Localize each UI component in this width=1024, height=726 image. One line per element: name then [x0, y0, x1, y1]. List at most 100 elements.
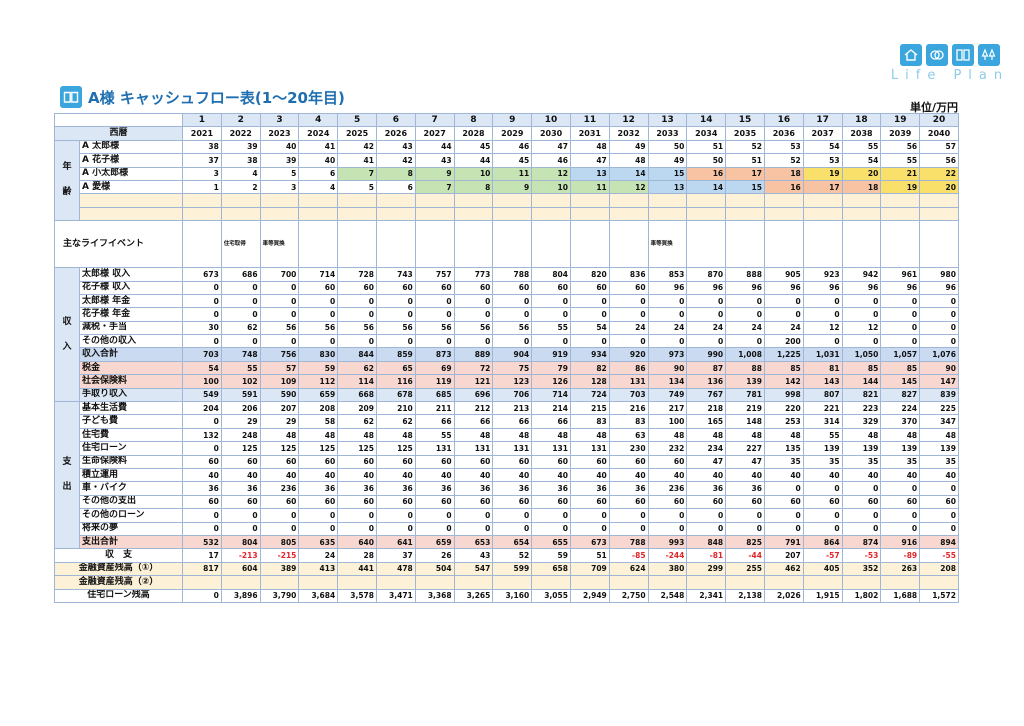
book-icon	[952, 44, 974, 66]
blank-cell	[919, 206, 959, 222]
expense-row: 生命保険料 60 60 60 60 60 60 60 60 60 60 60 60 60 47 47 35 35 3…	[55, 454, 959, 469]
expense-cell: 0	[647, 508, 688, 523]
life-event-cell: 住宅取得	[220, 220, 261, 269]
loan-balance-row: 住宅ローン残高 0 3,896 3,790 3,684 3,578 3,471 3,368 3,…	[54, 588, 959, 603]
blank-cell	[375, 206, 416, 222]
blank-cell	[725, 206, 765, 222]
income-side-label: 収入	[54, 267, 80, 403]
expense-cell: 0	[608, 508, 649, 523]
year-cell: 2031	[569, 126, 610, 141]
expense-cell: 125	[337, 441, 377, 456]
expense-cell: 55	[802, 427, 843, 443]
expense-cell: 210	[375, 401, 416, 416]
income-cell: 60	[375, 280, 416, 295]
age-cell: 4	[220, 166, 261, 181]
tax-row: 税金 54 55 57 59 62 65 69 72 75 79 82 86 90 87 88 85 81 85 85…	[55, 360, 959, 376]
expense-cell: 40	[802, 467, 843, 483]
income-cell: 0	[880, 320, 921, 336]
income-cell: 60	[337, 280, 377, 295]
expense-cell: 60	[802, 494, 843, 510]
expense-cell: 0	[841, 521, 882, 536]
blank-cell	[337, 206, 377, 222]
year-cell: 2027	[414, 126, 455, 141]
year-cell: 2032	[608, 126, 649, 141]
expense-cell: 60	[647, 494, 688, 510]
expense-cell: 48	[919, 427, 959, 443]
expense-cell: 60	[725, 494, 765, 510]
blank-cell	[337, 193, 377, 208]
income-cell: 60	[608, 280, 649, 295]
age-cell: 13	[647, 179, 688, 195]
age-row: A 愛様 1 2 3 4 5 6 7 8 9 10 11 12 13 14 15 16 17 18 19 20	[55, 179, 959, 195]
life-event-cell	[569, 220, 610, 269]
expense-cell: 0	[337, 521, 377, 536]
age-cell: 45	[492, 153, 533, 168]
expense-cell: 40	[608, 467, 649, 483]
assets2-row-cell	[841, 575, 882, 590]
blank-cell	[298, 193, 339, 208]
income-cell: 0	[647, 307, 688, 322]
social-insurance-row-label: 社会保険料	[79, 374, 183, 389]
expense-total-row-cell: 635	[298, 534, 339, 550]
blank-cell	[841, 193, 882, 208]
loan-balance-row-cell: 3,471	[375, 588, 416, 603]
expense-cell: 131	[453, 441, 494, 456]
income-cell: 700	[259, 267, 300, 282]
income-cell: 0	[919, 293, 959, 309]
expense-cell: 253	[763, 414, 804, 429]
assets1-row-cell: 547	[453, 561, 494, 577]
expense-total-row-label: 支出合計	[79, 534, 183, 550]
expense-cell: 35	[880, 454, 921, 469]
expense-cell: 36	[725, 481, 765, 496]
age-cell: 5	[259, 166, 300, 181]
income-cell: 0	[919, 320, 959, 336]
expense-cell: 131	[531, 441, 571, 456]
income-cell: 0	[725, 334, 765, 349]
income-cell: 0	[414, 334, 455, 349]
tax-row-cell: 90	[919, 360, 959, 376]
expense-cell: 60	[337, 494, 377, 510]
expense-cell: 223	[841, 401, 882, 416]
blank-cell	[569, 206, 610, 222]
age-cell: 49	[647, 153, 688, 168]
expense-cell: 35	[763, 454, 804, 469]
assets1-row-cell: 299	[686, 561, 727, 577]
income-cell: 0	[686, 293, 727, 309]
year-cell: 2022	[220, 126, 261, 141]
expense-cell: 207	[259, 401, 300, 416]
expense-cell: 0	[919, 521, 959, 536]
age-side-label: 年齢	[54, 139, 80, 222]
balance-row-label: 収 支	[54, 548, 183, 563]
expense-cell: 48	[686, 427, 727, 443]
income-cell: 728	[337, 267, 377, 282]
blank-cell	[259, 206, 300, 222]
income-cell: 56	[492, 320, 533, 336]
year-index-cell: 4	[298, 112, 339, 128]
income-cell: 96	[763, 280, 804, 295]
income-cell: 0	[531, 293, 571, 309]
expense-cell: 0	[841, 508, 882, 523]
age-cell: 37	[182, 153, 222, 168]
expense-cell: 36	[531, 481, 571, 496]
takehome-row-cell: 696	[453, 387, 494, 403]
expense-total-row-cell: 894	[919, 534, 959, 550]
income-cell: 0	[647, 293, 688, 309]
expense-cell: 48	[763, 427, 804, 443]
expense-cell: 206	[220, 401, 261, 416]
expense-cell: 218	[686, 401, 727, 416]
age-row: A 花子様 37 38 39 40 41 42 43 44 45 46 47 48 49 50 51 52 53 5…	[55, 153, 959, 168]
life-event-cell	[182, 220, 222, 269]
expense-row: 子ども費 0 29 29 58 62 62 66 66 66 66 83 83 100 165 148 253 3…	[55, 414, 959, 429]
income-cell: 923	[802, 267, 843, 282]
balance-row-cell: -44	[725, 548, 765, 563]
income-cell: 12	[802, 320, 843, 336]
income-cell: 96	[725, 280, 765, 295]
assets1-row-cell: 709	[569, 561, 610, 577]
expense-cell: 234	[686, 441, 727, 456]
expense-cell: 139	[880, 441, 921, 456]
year-index-cell: 1	[182, 112, 222, 128]
income-cell: 0	[259, 307, 300, 322]
social-insurance-row-cell: 131	[608, 374, 649, 389]
blank-cell	[453, 206, 494, 222]
expense-cell: 60	[919, 494, 959, 510]
